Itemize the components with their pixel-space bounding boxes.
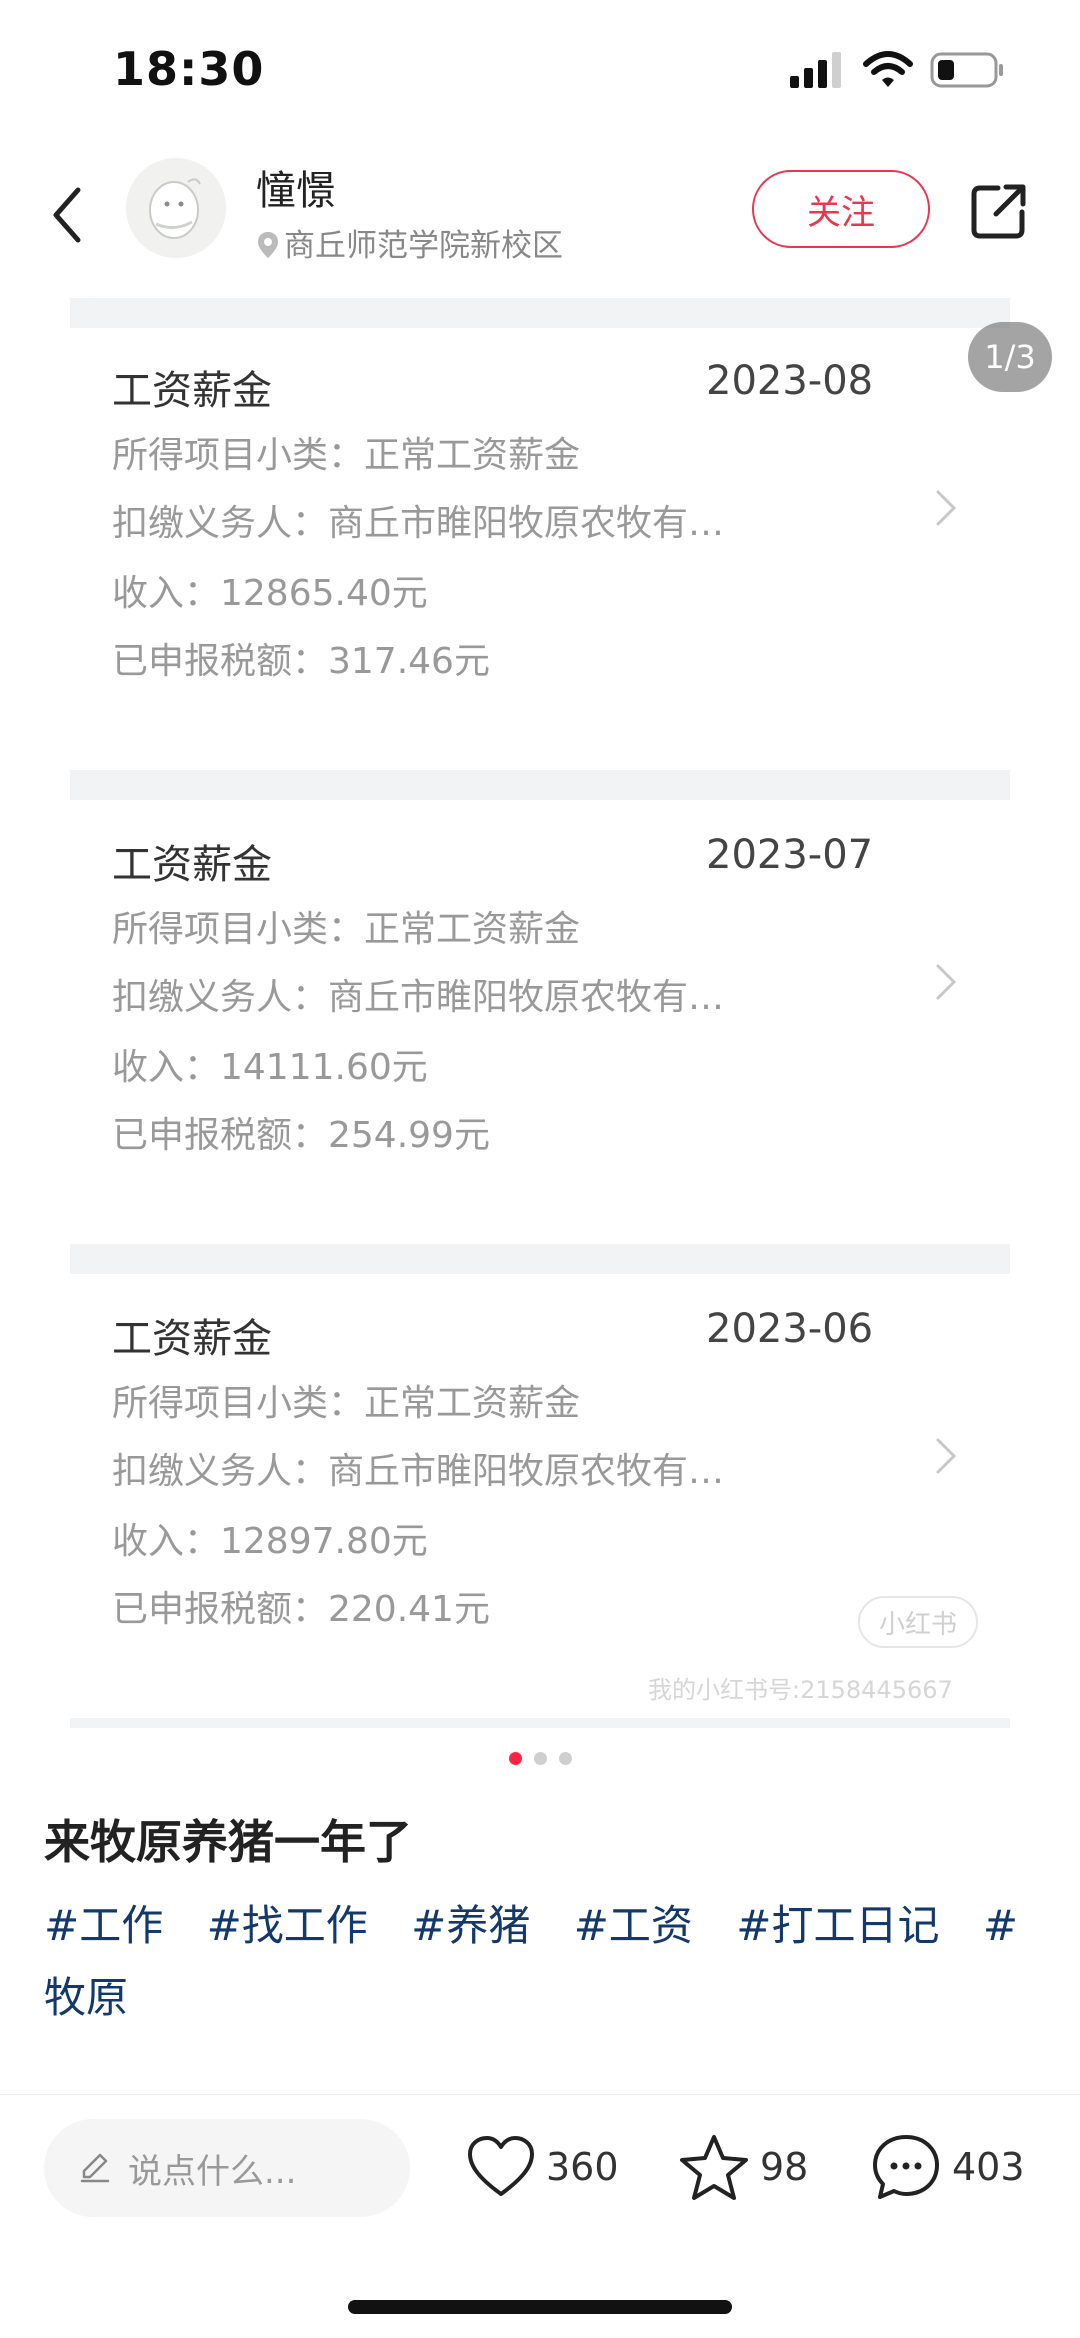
income-record: 工资薪金 2023-07 所得项目小类：正常工资薪金 扣缴义务人：商丘市睢阳牧原…	[70, 802, 1010, 1192]
avatar-illustration-icon	[149, 178, 201, 239]
image-carousel[interactable]: 工资薪金 2023-08 所得项目小类：正常工资薪金 扣缴义务人：商丘市睢阳牧原…	[0, 290, 1080, 1730]
record-date: 2023-06	[706, 1306, 874, 1352]
record-withholder: 扣缴义务人：商丘市睢阳牧原农牧有…	[112, 977, 725, 1018]
status-time: 18:30	[113, 42, 265, 96]
carousel-dot-active[interactable]	[508, 1752, 522, 1765]
wifi-icon	[863, 51, 913, 87]
record-tax: 已申报税额：317.46元	[112, 641, 490, 682]
hashtag[interactable]: #工作	[44, 1901, 163, 1950]
comment-input[interactable]: 说点什么...	[44, 2119, 410, 2217]
record-title: 工资薪金	[112, 842, 272, 888]
status-bar: 18:30	[0, 0, 1080, 140]
follow-button[interactable]: 关注	[752, 170, 930, 248]
comment-placeholder: 说点什么...	[128, 2151, 297, 2192]
page-indicator: 1/3	[968, 322, 1052, 392]
record-income: 收入：12897.80元	[112, 1521, 428, 1562]
note-header: 憧憬 商丘师范学院新校区 关注	[0, 140, 1080, 290]
share-icon[interactable]	[968, 180, 1030, 242]
record-title: 工资薪金	[112, 1316, 272, 1362]
heart-icon	[468, 2136, 534, 2196]
card-divider	[70, 1244, 1010, 1274]
hashtag[interactable]: #找工作	[207, 1901, 368, 1950]
comment-icon	[873, 2135, 939, 2199]
pencil-icon	[80, 2153, 110, 2183]
record-subcategory: 所得项目小类：正常工资薪金	[112, 435, 581, 476]
record-tax: 已申报税额：220.41元	[112, 1589, 490, 1630]
chevron-right-icon	[936, 1438, 957, 1474]
note-tags: #工作 #找工作 #养猪 #工资 #打工日记 #牧原	[44, 1890, 1044, 2034]
signal-icon	[790, 52, 841, 88]
collect-count: 98	[760, 2145, 809, 2189]
location[interactable]: 商丘师范学院新校区	[256, 220, 563, 265]
record-income: 收入：14111.60元	[112, 1047, 428, 1088]
record-date: 2023-08	[706, 358, 874, 404]
record-subcategory: 所得项目小类：正常工资薪金	[112, 1383, 581, 1424]
battery-icon	[930, 52, 1003, 88]
record-withholder: 扣缴义务人：商丘市睢阳牧原农牧有…	[112, 1451, 725, 1492]
location-pin-icon	[258, 232, 278, 258]
record-date: 2023-07	[706, 832, 874, 878]
carousel-dot[interactable]	[533, 1752, 547, 1765]
like-button[interactable]: 360	[466, 2129, 619, 2205]
star-icon	[680, 2135, 748, 2200]
card-divider	[70, 1718, 1010, 1728]
like-count: 360	[546, 2145, 619, 2189]
record-income: 收入：12865.40元	[112, 573, 428, 614]
chevron-right-icon	[936, 964, 957, 1000]
income-record: 工资薪金 2023-08 所得项目小类：正常工资薪金 扣缴义务人：商丘市睢阳牧原…	[70, 328, 1010, 718]
watermark-text: 我的小红书号:2158445667	[648, 1676, 953, 1704]
card-divider	[70, 298, 1010, 328]
home-indicator[interactable]	[348, 2300, 732, 2314]
comment-count: 403	[952, 2145, 1025, 2189]
comment-button[interactable]: 403	[870, 2129, 1025, 2205]
record-subcategory: 所得项目小类：正常工资薪金	[112, 909, 581, 950]
hashtag[interactable]: #养猪	[411, 1901, 530, 1950]
record-withholder: 扣缴义务人：商丘市睢阳牧原农牧有…	[112, 503, 725, 544]
author-name[interactable]: 憧憬	[256, 158, 336, 216]
record-title: 工资薪金	[112, 368, 272, 414]
chevron-right-icon	[936, 490, 957, 526]
note-title: 来牧原养猪一年了	[44, 1815, 412, 1869]
collect-button[interactable]: 98	[678, 2129, 808, 2205]
carousel-dots	[0, 1752, 1080, 1772]
hashtag[interactable]: #打工日记	[736, 1901, 939, 1950]
avatar[interactable]	[126, 158, 226, 258]
record-tax: 已申报税额：254.99元	[112, 1115, 490, 1156]
carousel-dot[interactable]	[558, 1752, 572, 1765]
watermark-logo: 小红书	[858, 1596, 978, 1648]
back-icon[interactable]	[42, 180, 92, 250]
hashtag[interactable]: #工资	[574, 1901, 693, 1950]
card-divider	[70, 770, 1010, 800]
location-text: 商丘师范学院新校区	[284, 228, 563, 264]
